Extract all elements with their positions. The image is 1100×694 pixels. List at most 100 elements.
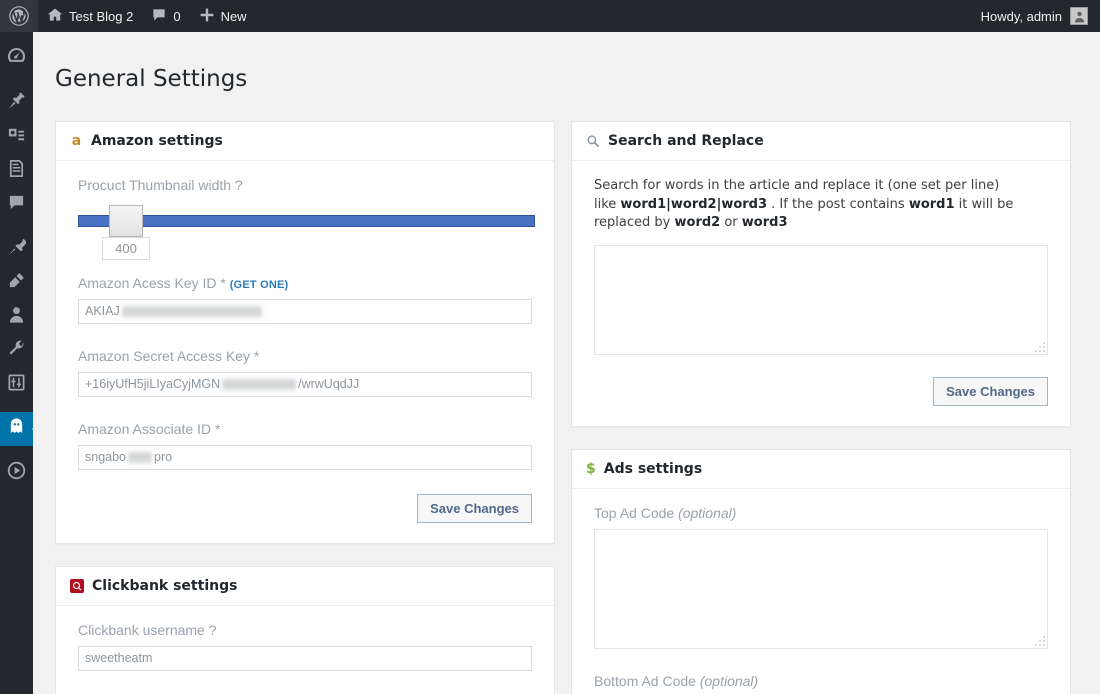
dashboard-gauge-icon: [7, 47, 26, 71]
comment-bubble-icon: [7, 193, 26, 217]
sidebar-item-media-player[interactable]: [0, 456, 33, 490]
access-key-label-text: Amazon Acess Key ID: [78, 274, 217, 291]
search-replace-textarea[interactable]: [594, 245, 1048, 356]
desc-word1: word1: [908, 196, 955, 212]
sidebar-item-plugin-active[interactable]: [0, 412, 39, 446]
desc-word3: word3: [741, 215, 788, 231]
ads-panel-header: $ Ads settings: [572, 450, 1070, 490]
wrench-icon: [7, 339, 26, 363]
plug-icon: [7, 271, 26, 295]
bottom-ad-code-optional: (optional): [699, 673, 759, 690]
comment-bubble-icon: [151, 7, 167, 26]
top-ad-textarea-wrap: [594, 529, 1048, 650]
bottom-ad-code-block: Bottom Ad Code (optional): [594, 673, 1048, 694]
plus-icon: [199, 7, 215, 26]
associate-id-label: Amazon Associate ID *: [78, 421, 532, 437]
sidebar-item-dashboard[interactable]: [0, 42, 33, 76]
clickbank-username-block: Clickbank username ?: [78, 622, 532, 671]
howdy-label: Howdy, admin: [980, 8, 1062, 24]
settings-columns: a Amazon settings Procuct Thumbnail widt…: [33, 120, 1100, 694]
pin-icon: [7, 91, 26, 115]
sidebar-sep-1: [0, 76, 33, 86]
sidebar-item-pages[interactable]: [0, 154, 33, 188]
sidebar-item-media[interactable]: [0, 120, 33, 154]
dollar-sign-icon: $: [586, 461, 596, 478]
site-name-menu[interactable]: Test Blog 2: [38, 0, 142, 32]
top-ad-code-label: Top Ad Code (optional): [594, 505, 1048, 521]
sidebar-item-comments[interactable]: [0, 188, 33, 222]
sidebar-sep-2: [0, 222, 33, 232]
thumbnail-width-slider[interactable]: 400: [78, 201, 535, 260]
top-ad-code-textarea[interactable]: [594, 529, 1048, 650]
sidebar-item-settings[interactable]: [0, 368, 33, 402]
desc-pattern: word1|word2|word3: [620, 196, 768, 212]
access-key-field-block: Amazon Acess Key ID * (GET ONE) AKIAJ: [78, 275, 532, 324]
sidebar-item-appearance[interactable]: [0, 232, 33, 266]
media-camera-icon: [7, 125, 26, 149]
associate-id-input[interactable]: sngabo pro: [78, 444, 532, 470]
secret-key-value-suffix: /wrwUqdJJ: [298, 377, 360, 392]
secret-key-label-text: Amazon Secret Access Key: [78, 347, 250, 364]
sidebar-top-spacer: [0, 32, 33, 42]
clickbank-username-input[interactable]: [78, 645, 532, 671]
associate-id-label-text: Amazon Associate ID: [78, 420, 212, 437]
secret-key-label: Amazon Secret Access Key *: [78, 348, 532, 364]
search-replace-panel-title: Search and Replace: [608, 132, 764, 149]
associate-id-value-prefix: sngabo: [85, 450, 127, 465]
pages-document-icon: [7, 159, 26, 183]
bottom-ad-code-label: Bottom Ad Code (optional): [594, 673, 1048, 689]
sidebar-item-users[interactable]: [0, 300, 33, 334]
ads-panel-body: Top Ad Code (optional) Bottom Ad Code (o…: [572, 489, 1070, 694]
slider-track[interactable]: [78, 214, 535, 227]
user-icon: [7, 305, 26, 329]
home-icon: [47, 7, 63, 26]
page-title: General Settings: [55, 66, 248, 93]
content-area: General Settings a Amazon settings Procu…: [33, 32, 1100, 694]
desc-line1: Search for words in the article and repl…: [594, 177, 1000, 193]
account-menu[interactable]: Howdy, admin: [981, 7, 1100, 25]
new-content-menu[interactable]: New: [190, 0, 256, 32]
settings-sliders-icon: [7, 373, 26, 397]
amazon-a-icon: a: [71, 132, 82, 149]
search-replace-panel-header: Search and Replace: [572, 122, 1070, 161]
magnifier-icon: [586, 134, 600, 148]
access-key-required-mark: *: [220, 274, 226, 291]
slider-value: 400: [102, 236, 150, 260]
top-ad-code-optional: (optional): [678, 505, 737, 522]
wordpress-logo-icon: [9, 6, 29, 26]
sidebar-item-plugins[interactable]: [0, 266, 33, 300]
paintbrush-icon: [7, 237, 28, 261]
sidebar-item-tools[interactable]: [0, 334, 33, 368]
left-column: a Amazon settings Procuct Thumbnail widt…: [55, 120, 555, 694]
thumbnail-width-label: Procuct Thumbnail width ?: [78, 176, 243, 193]
sidebar-item-posts[interactable]: [0, 86, 33, 120]
amazon-panel-body: Procuct Thumbnail width ? 400 Amazon Ace…: [56, 161, 554, 543]
access-key-label: Amazon Acess Key ID * (GET ONE): [78, 275, 532, 291]
sidebar-sep-3: [0, 402, 33, 412]
clickbank-settings-panel: Clickbank settings Clickbank username ? …: [55, 565, 555, 694]
clickbank-panel-header: Clickbank settings: [56, 567, 554, 606]
associate-id-required-mark: *: [214, 420, 221, 437]
comments-menu[interactable]: 0: [142, 0, 189, 32]
secret-key-required-mark: *: [253, 347, 260, 364]
clickbank-panel-body: Clickbank username ? Clickbank password …: [56, 606, 554, 694]
secret-key-input[interactable]: +16iyUfH5jiLIyaCyjMGN /wrwUqdJJ: [78, 371, 532, 397]
desc-word2: word2: [674, 215, 721, 231]
clickbank-badge-icon: [70, 578, 84, 593]
secret-key-field-block: Amazon Secret Access Key * +16iyUfH5jiLI…: [78, 348, 532, 397]
new-label: New: [220, 8, 247, 24]
ads-settings-panel: $ Ads settings Top Ad Code (optional) Bo…: [571, 449, 1071, 694]
search-replace-button-row: Save Changes: [594, 377, 1048, 407]
access-key-input[interactable]: AKIAJ: [78, 298, 532, 324]
search-replace-save-changes-button[interactable]: Save Changes: [933, 377, 1048, 407]
associate-id-redaction: [128, 451, 153, 463]
wordpress-logo-menu[interactable]: [0, 0, 38, 32]
amazon-settings-panel: a Amazon settings Procuct Thumbnail widt…: [55, 120, 555, 544]
clickbank-panel-title: Clickbank settings: [92, 577, 238, 594]
search-replace-panel-body: Search for words in the article and repl…: [572, 161, 1070, 427]
associate-id-value-suffix: pro: [154, 450, 173, 465]
amazon-save-changes-button[interactable]: Save Changes: [417, 493, 532, 523]
secret-key-value-prefix: +16iyUfH5jiLIyaCyjMGN: [85, 377, 221, 392]
slider-handle[interactable]: [109, 204, 143, 237]
get-one-link[interactable]: (GET ONE): [230, 279, 289, 291]
